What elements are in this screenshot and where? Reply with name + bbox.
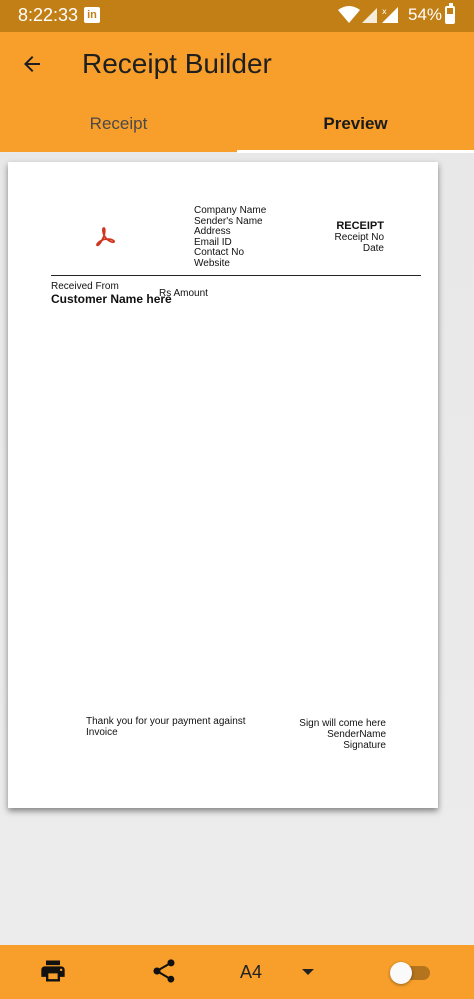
sign-note: Sign will come here <box>299 718 386 729</box>
pdf-icon <box>96 227 116 247</box>
battery-percent: 54% <box>408 5 443 24</box>
svg-text:x: x <box>382 7 387 16</box>
linkedin-icon: in <box>84 7 100 23</box>
company-details: Company Name Sender's Name Address Email… <box>194 205 267 270</box>
share-icon <box>153 959 175 983</box>
back-button[interactable] <box>10 42 54 86</box>
toggle-switch[interactable] <box>390 962 432 984</box>
status-time: 8:22:33 <box>18 5 79 25</box>
received-from-label: Received From <box>51 281 119 292</box>
signal-icon <box>362 8 377 23</box>
company-website: Website <box>194 257 230 269</box>
header-divider <box>51 275 421 276</box>
bottom-toolbar: A4 <box>0 945 474 999</box>
preview-area[interactable]: Company Name Sender's Name Address Email… <box>0 153 474 945</box>
status-bar: 8:22:33 in x 54% <box>0 0 474 32</box>
receipt-page: Company Name Sender's Name Address Email… <box>8 162 438 808</box>
customer-name: Customer Name here <box>51 292 172 306</box>
receipt-number: Receipt No <box>334 232 384 243</box>
app-bar: Receipt Builder <box>0 32 474 98</box>
dropdown-arrow-icon <box>302 969 315 975</box>
arrow-back-icon <box>24 56 40 72</box>
share-button[interactable] <box>150 957 180 987</box>
thanks-note: Thank you for your payment against Invoi… <box>86 716 246 738</box>
tab-preview[interactable]: Preview <box>237 98 474 152</box>
tab-receipt[interactable]: Receipt <box>0 98 237 152</box>
receipt-title: RECEIPT <box>336 220 384 232</box>
signature-block: Sign will come here SenderName Signature <box>299 718 386 751</box>
sender-name-signature: SenderName <box>327 729 386 740</box>
battery-icon <box>445 3 455 24</box>
receipt-header: RECEIPT Receipt No Date <box>335 220 384 254</box>
wifi-icon <box>338 6 360 23</box>
print-icon <box>41 960 65 982</box>
signature-label: Signature <box>343 740 386 751</box>
print-button[interactable] <box>38 957 70 987</box>
page-size-value: A4 <box>240 961 263 982</box>
toggle-thumb <box>390 962 412 984</box>
tab-bar: Receipt Preview <box>0 98 474 152</box>
page-title: Receipt Builder <box>82 48 272 79</box>
page-size-dropdown[interactable]: A4 <box>240 959 315 985</box>
signal-icon: x <box>382 7 398 23</box>
receipt-date: Date <box>362 243 384 254</box>
amount: Rs Amount <box>159 288 208 299</box>
company-name: Company Name <box>194 205 267 216</box>
